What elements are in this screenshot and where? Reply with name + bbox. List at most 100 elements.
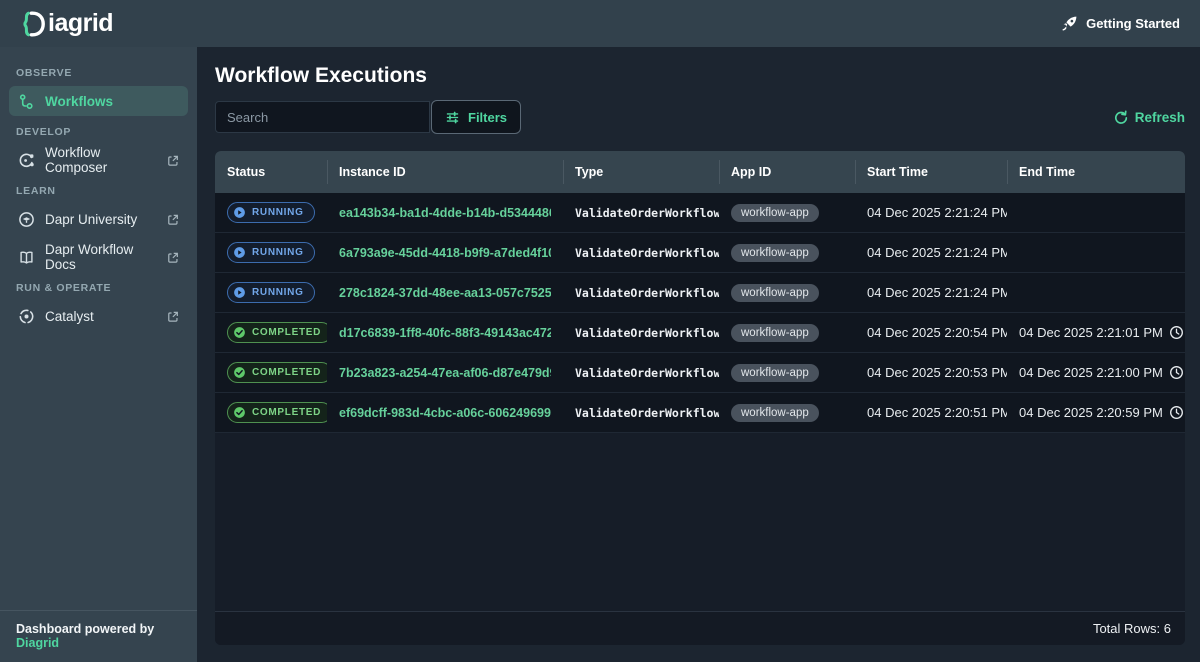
table-row: COMPLETED d17c6839-1ff8-40fc-88f3-49143a… — [215, 313, 1185, 353]
sidebar-item-label: Dapr University — [45, 212, 137, 227]
table-row: COMPLETED 7b23a823-a254-47ea-af06-d87e47… — [215, 353, 1185, 393]
column-header-app-id: App ID — [719, 151, 855, 193]
filter-sliders-icon — [445, 110, 460, 125]
rocket-icon — [1061, 15, 1078, 32]
app-id-chip: workflow-app — [731, 204, 819, 222]
clock-icon — [1169, 365, 1184, 380]
sidebar-item-label: Workflows — [45, 94, 113, 109]
section-label-observe: OBSERVE — [16, 67, 181, 79]
status-badge-running: RUNNING — [227, 202, 315, 223]
instance-id-link[interactable]: d17c6839-1ff8-40fc-88f3-49143ac47202 — [339, 326, 551, 340]
play-circle-icon — [233, 246, 246, 259]
play-circle-icon — [233, 206, 246, 219]
filters-label: Filters — [468, 110, 507, 125]
end-time: 04 Dec 2025 2:21:01 PM — [1019, 325, 1163, 340]
sidebar-item-workflows[interactable]: Workflows — [9, 86, 188, 116]
instance-id-link[interactable]: ea143b34-ba1d-4dde-b14b-d53444862... — [339, 206, 551, 220]
external-link-icon — [166, 251, 179, 264]
status-badge-running: RUNNING — [227, 242, 315, 263]
app-id-chip: workflow-app — [731, 404, 819, 422]
docs-icon — [18, 249, 35, 266]
instance-id-link[interactable]: 6a793a9e-45dd-4418-b9f9-a7ded4f10b71 — [339, 246, 551, 260]
table-footer: Total Rows: 6 — [215, 611, 1185, 645]
check-circle-icon — [233, 326, 246, 339]
sidebar-item-workflow-composer[interactable]: Workflow Composer — [9, 145, 188, 175]
start-time: 04 Dec 2025 2:20:53 PM — [867, 365, 1007, 380]
workflow-executions-table: Status Instance ID Type App ID Start Tim… — [215, 151, 1185, 645]
table-row: RUNNING 6a793a9e-45dd-4418-b9f9-a7ded4f1… — [215, 233, 1185, 273]
logo-text: iagrid — [48, 11, 113, 36]
diagrid-logo[interactable]: iagrid — [18, 9, 113, 39]
workflow-type: ValidateOrderWorkflow — [575, 246, 719, 260]
composer-icon — [18, 152, 35, 169]
start-time: 04 Dec 2025 2:20:51 PM — [867, 405, 1007, 420]
column-header-instance-id: Instance ID — [327, 151, 563, 193]
section-label-develop: DEVELOP — [16, 126, 181, 138]
start-time: 04 Dec 2025 2:21:24 PM — [867, 285, 1007, 300]
column-header-type: Type — [563, 151, 719, 193]
workflow-type: ValidateOrderWorkflow — [575, 206, 719, 220]
sidebar-item-dapr-university[interactable]: Dapr University — [9, 204, 188, 234]
end-time: 04 Dec 2025 2:21:00 PM — [1019, 365, 1163, 380]
column-header-status: Status — [215, 151, 327, 193]
refresh-icon — [1113, 110, 1128, 125]
app-id-chip: workflow-app — [731, 284, 819, 302]
sidebar-item-dapr-workflow-docs[interactable]: Dapr Workflow Docs — [9, 242, 188, 272]
main-content: Workflow Executions Filters Refresh — [197, 47, 1200, 662]
clock-icon — [1169, 325, 1184, 340]
getting-started-label: Getting Started — [1086, 16, 1180, 31]
check-circle-icon — [233, 406, 246, 419]
status-badge-completed: COMPLETED — [227, 402, 327, 423]
external-link-icon — [166, 213, 179, 226]
start-time: 04 Dec 2025 2:21:24 PM — [867, 205, 1007, 220]
workflow-icon — [18, 93, 35, 110]
table-row: RUNNING 278c1824-37dd-48ee-aa13-057c7525… — [215, 273, 1185, 313]
column-header-start-time: Start Time — [855, 151, 1007, 193]
workflow-type: ValidateOrderWorkflow — [575, 286, 719, 300]
status-badge-completed: COMPLETED — [227, 322, 327, 343]
sidebar: OBSERVE Workflows DEVELOP W — [0, 47, 197, 662]
table-header-row: Status Instance ID Type App ID Start Tim… — [215, 151, 1185, 193]
instance-id-link[interactable]: ef69dcff-983d-4cbc-a06c-606249699b50 — [339, 406, 551, 420]
status-badge-running: RUNNING — [227, 282, 315, 303]
workflow-type: ValidateOrderWorkflow — [575, 326, 719, 340]
refresh-button[interactable]: Refresh — [1113, 110, 1185, 125]
sidebar-item-label: Workflow Composer — [45, 145, 156, 175]
topbar: iagrid Getting Started — [0, 0, 1200, 47]
workflow-type: ValidateOrderWorkflow — [575, 366, 719, 380]
end-time: 04 Dec 2025 2:20:59 PM — [1019, 405, 1163, 420]
start-time: 04 Dec 2025 2:21:24 PM — [867, 245, 1007, 260]
section-label-learn: LEARN — [16, 185, 181, 197]
app-id-chip: workflow-app — [731, 244, 819, 262]
toolbar: Filters Refresh — [215, 101, 1185, 133]
catalyst-icon — [18, 308, 35, 325]
sidebar-item-catalyst[interactable]: Catalyst — [9, 301, 188, 331]
search-input[interactable] — [215, 101, 430, 133]
page-title: Workflow Executions — [215, 63, 1185, 89]
getting-started-button[interactable]: Getting Started — [1061, 15, 1180, 32]
refresh-label: Refresh — [1135, 110, 1185, 125]
total-rows-label: Total Rows: 6 — [1093, 621, 1171, 636]
app-id-chip: workflow-app — [731, 364, 819, 382]
university-icon — [18, 211, 35, 228]
check-circle-icon — [233, 366, 246, 379]
diagrid-footer-link[interactable]: Diagrid — [16, 636, 59, 650]
table-empty-area — [215, 433, 1185, 611]
table-row: COMPLETED ef69dcff-983d-4cbc-a06c-606249… — [215, 393, 1185, 433]
app-id-chip: workflow-app — [731, 324, 819, 342]
table-row: RUNNING ea143b34-ba1d-4dde-b14b-d5344486… — [215, 193, 1185, 233]
section-label-run-operate: RUN & OPERATE — [16, 282, 181, 294]
play-circle-icon — [233, 286, 246, 299]
workflow-type: ValidateOrderWorkflow — [575, 406, 719, 420]
column-header-end-time: End Time — [1007, 151, 1185, 193]
filters-button[interactable]: Filters — [431, 100, 521, 134]
sidebar-item-label: Catalyst — [45, 309, 94, 324]
sidebar-footer: Dashboard powered by Diagrid — [0, 610, 197, 662]
sidebar-nav: OBSERVE Workflows DEVELOP W — [0, 47, 197, 610]
external-link-icon — [166, 310, 179, 323]
instance-id-link[interactable]: 7b23a823-a254-47ea-af06-d87e479d9c8d — [339, 366, 551, 380]
external-link-icon — [166, 154, 179, 167]
clock-icon — [1169, 405, 1184, 420]
instance-id-link[interactable]: 278c1824-37dd-48ee-aa13-057c7525a1ef — [339, 286, 551, 300]
status-badge-completed: COMPLETED — [227, 362, 327, 383]
